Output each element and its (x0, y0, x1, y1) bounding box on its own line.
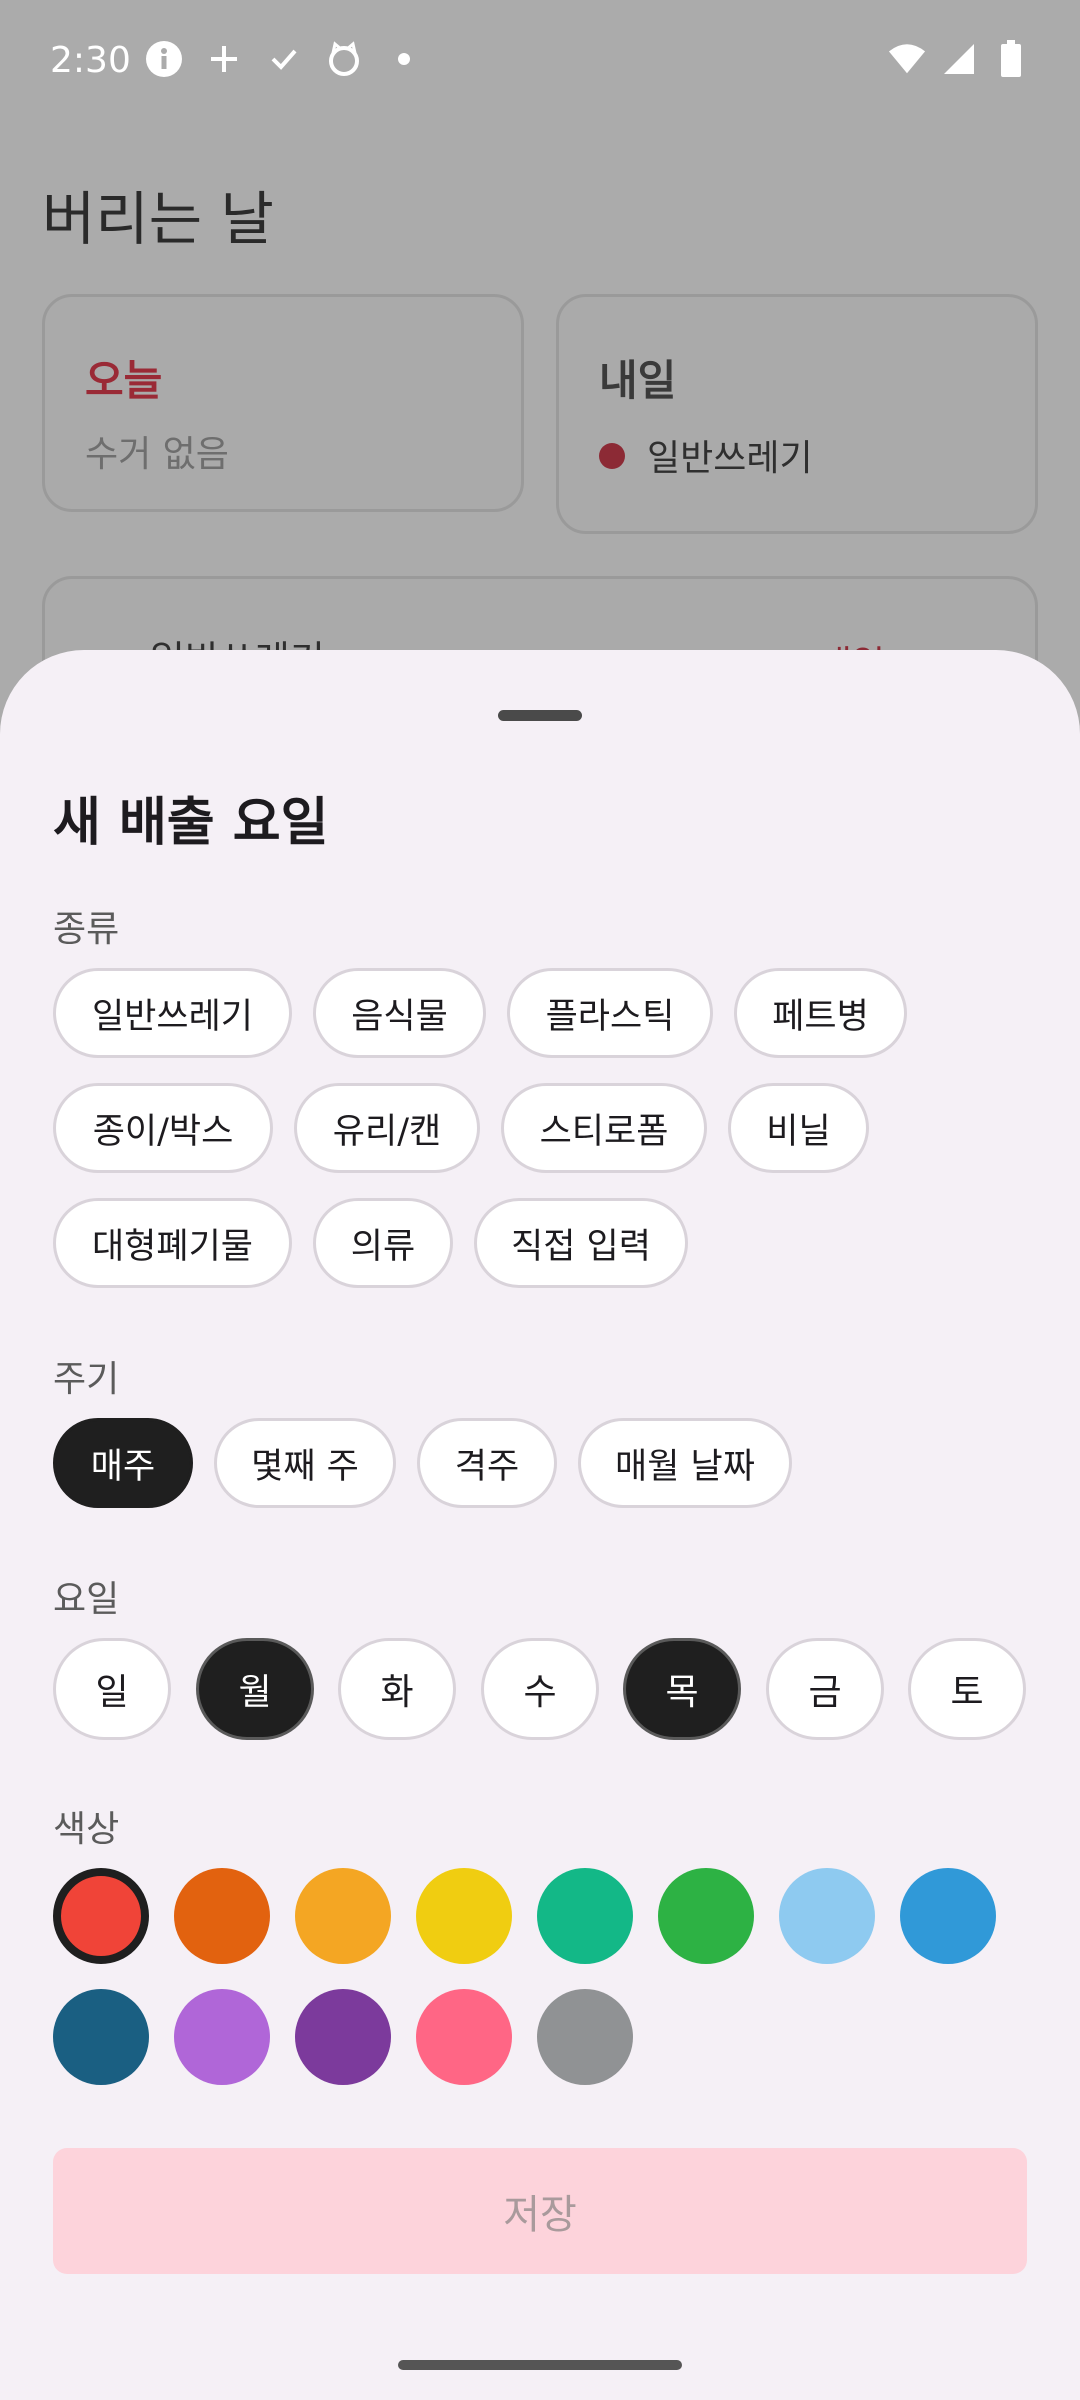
type-chip[interactable]: 비닐 (728, 1083, 869, 1173)
color-swatch[interactable] (53, 1989, 149, 2085)
save-button[interactable]: 저장 (53, 2148, 1027, 2274)
tomorrow-card: 내일 일반쓰레기 (556, 294, 1038, 534)
tomorrow-item: 일반쓰레기 (647, 438, 813, 479)
notification-icons (145, 40, 423, 78)
type-chip[interactable]: 대형폐기물 (53, 1198, 292, 1288)
color-swatch[interactable] (779, 1868, 875, 1964)
color-swatch[interactable] (53, 1868, 149, 1964)
new-schedule-sheet: 새 배출 요일 종류 일반쓰레기 음식물 플라스틱 페트병 종이/박스 유리/캔… (0, 650, 1080, 2400)
type-chip[interactable]: 스티로폼 (501, 1083, 707, 1173)
day-section-label: 요일 (53, 1579, 120, 1620)
type-chip[interactable]: 종이/박스 (53, 1083, 273, 1173)
drag-handle[interactable] (498, 710, 582, 721)
color-swatch[interactable] (537, 1868, 633, 1964)
color-swatch[interactable] (295, 1989, 391, 2085)
color-swatch[interactable] (174, 1868, 270, 1964)
color-swatch[interactable] (537, 1989, 633, 2085)
color-swatch[interactable] (295, 1868, 391, 1964)
gesture-nav-bar[interactable] (398, 2360, 682, 2370)
tomorrow-title: 내일 (599, 356, 677, 405)
day-chip-fri[interactable]: 금 (766, 1638, 884, 1740)
system-icons (888, 40, 1030, 78)
status-bar: 2:30 (0, 0, 1080, 130)
type-chip[interactable]: 일반쓰레기 (53, 968, 292, 1058)
wifi-icon (888, 40, 926, 78)
signal-icon (940, 40, 978, 78)
check-icon (265, 40, 303, 78)
day-chip-tue[interactable]: 화 (338, 1638, 456, 1740)
today-subtitle: 수거 없음 (85, 434, 229, 475)
color-section-label: 색상 (53, 1809, 120, 1850)
dot-icon (385, 40, 423, 78)
day-chip-sun[interactable]: 일 (53, 1638, 171, 1740)
day-chip-mon[interactable]: 월 (196, 1638, 314, 1740)
type-chip[interactable]: 의류 (313, 1198, 453, 1288)
battery-icon (992, 40, 1030, 78)
cycle-section-label: 주기 (53, 1359, 120, 1400)
plus-icon (205, 40, 243, 78)
color-swatch[interactable] (416, 1868, 512, 1964)
today-card: 오늘 수거 없음 (42, 294, 524, 512)
color-swatch[interactable] (658, 1868, 754, 1964)
cat-icon (325, 40, 363, 78)
today-title: 오늘 (85, 356, 163, 405)
sheet-title: 새 배출 요일 (53, 793, 329, 853)
type-chip[interactable]: 페트병 (734, 968, 907, 1058)
day-chip-wed[interactable]: 수 (481, 1638, 599, 1740)
info-icon (145, 40, 183, 78)
day-chip-thu[interactable]: 목 (623, 1638, 741, 1740)
status-time: 2:30 (50, 40, 131, 81)
color-swatch[interactable] (416, 1989, 512, 2085)
cycle-chip[interactable]: 몇째 주 (214, 1418, 396, 1508)
cycle-chip-weekly[interactable]: 매주 (53, 1418, 193, 1508)
color-swatch[interactable] (900, 1868, 996, 1964)
page-title: 버리는 날 (42, 185, 274, 253)
type-section-label: 종류 (53, 909, 120, 950)
cycle-chip[interactable]: 매월 날짜 (578, 1418, 792, 1508)
type-chip-custom[interactable]: 직접 입력 (474, 1198, 688, 1288)
type-chip[interactable]: 유리/캔 (294, 1083, 480, 1173)
type-chip[interactable]: 음식물 (313, 968, 486, 1058)
type-chip[interactable]: 플라스틱 (507, 968, 713, 1058)
cycle-chip[interactable]: 격주 (417, 1418, 557, 1508)
category-dot-icon (599, 443, 625, 469)
day-chip-sat[interactable]: 토 (908, 1638, 1026, 1740)
color-swatch[interactable] (174, 1989, 270, 2085)
